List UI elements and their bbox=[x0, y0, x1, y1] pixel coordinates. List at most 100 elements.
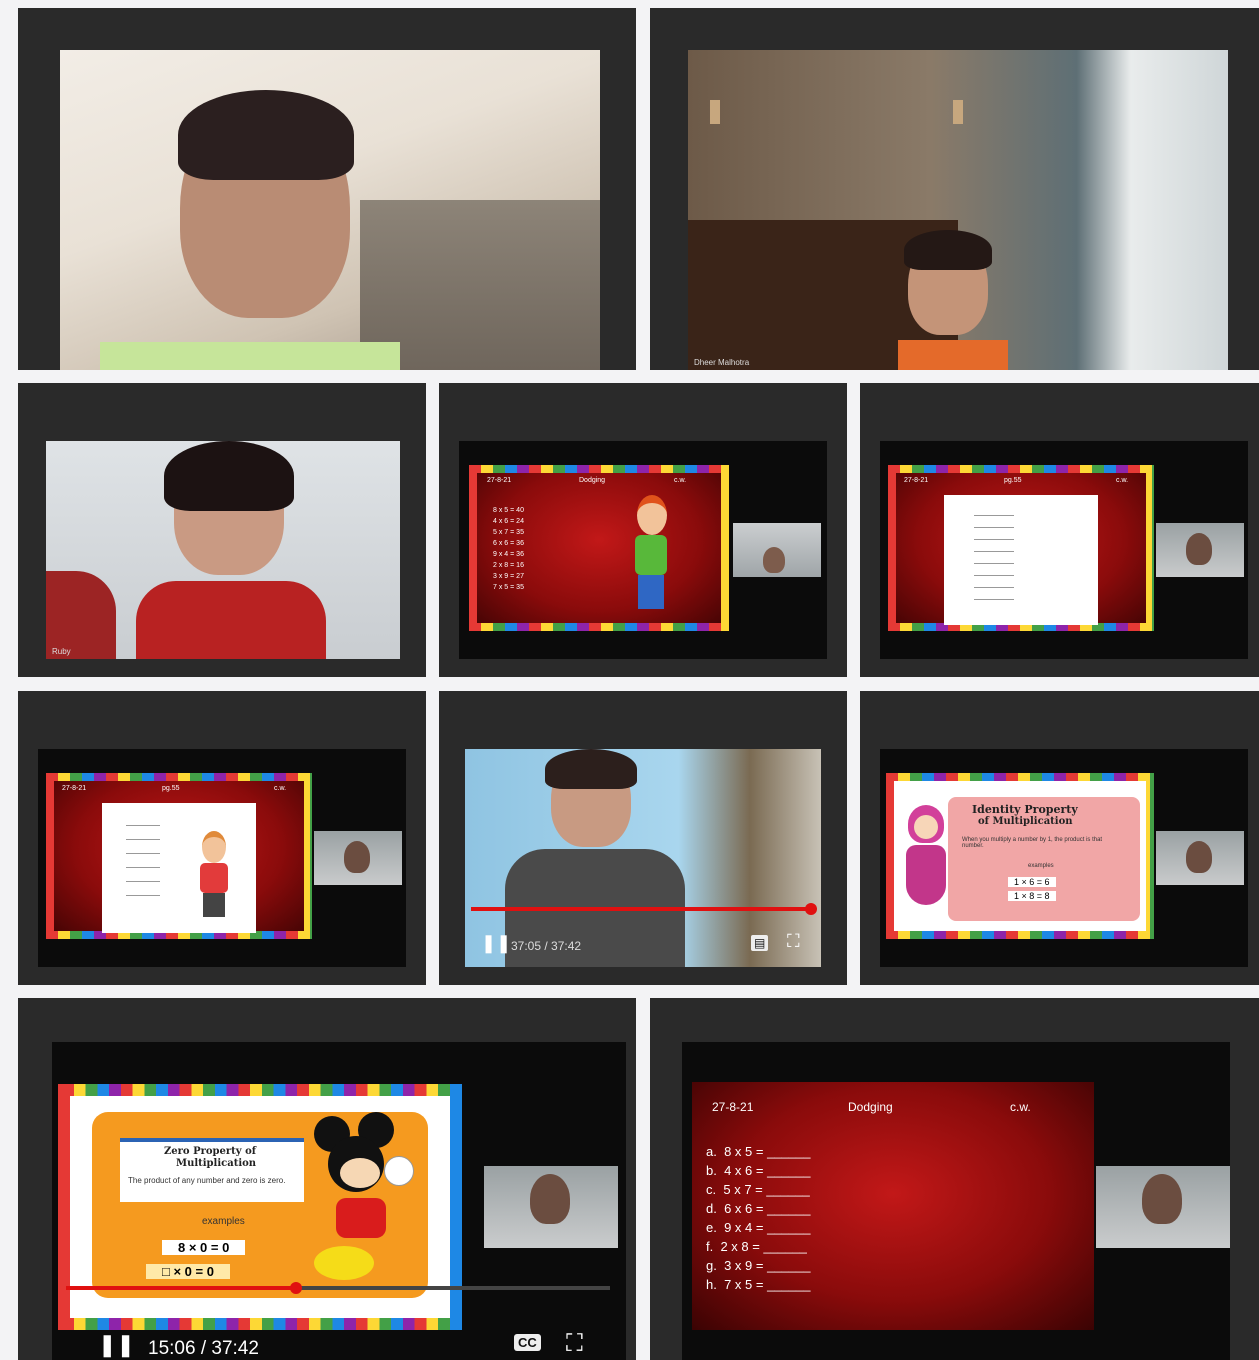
slide-worksheet: 27-8-21 pg.55 c.w. bbox=[46, 773, 312, 939]
child-hair bbox=[545, 749, 637, 789]
slide-row: f. 2 x 8 = ______ bbox=[706, 1239, 807, 1254]
fullscreen-icon[interactable]: ⛶ bbox=[787, 931, 800, 952]
slide-row: 7 x 5 = 35 bbox=[493, 584, 524, 591]
progress-handle[interactable] bbox=[805, 903, 817, 915]
slide-cw: c.w. bbox=[1116, 477, 1129, 484]
video-tile-7[interactable]: ❚❚ 37:05 / 37:42 ▤ ⛶ bbox=[439, 691, 847, 985]
slide-row: 5 x 7 = 35 bbox=[493, 529, 524, 536]
slide-body: When you multiply a number by 1, the pro… bbox=[962, 837, 1103, 849]
screen-share: 27-8-21 Dodging c.w. 8 x 5 = 40 4 x 6 = … bbox=[459, 441, 827, 659]
slide-cw: c.w. bbox=[274, 785, 287, 792]
example-1: 8 × 0 = 0 bbox=[162, 1240, 246, 1255]
presenter-head bbox=[1186, 841, 1212, 873]
examples-label: examples bbox=[1028, 863, 1054, 869]
slide-row: e. 9 x 4 = ______ bbox=[706, 1220, 811, 1235]
progress-handle[interactable] bbox=[290, 1282, 302, 1294]
slide-panel: Identity Property of Multiplication When… bbox=[948, 797, 1140, 921]
slide-border bbox=[469, 465, 729, 631]
presenter-head bbox=[344, 841, 370, 873]
cartoon-girl-icon bbox=[902, 805, 950, 915]
participant-dress bbox=[136, 581, 326, 659]
presenter-head bbox=[1142, 1174, 1182, 1224]
slide-dodging-large: 27-8-21 Dodging c.w. a. 8 x 5 = ______ b… bbox=[692, 1082, 1094, 1330]
video-tile-1[interactable] bbox=[18, 8, 636, 370]
screen-share: 27-8-21 pg.55 c.w. bbox=[38, 749, 406, 967]
video-tile-4[interactable]: 27-8-21 Dodging c.w. 8 x 5 = 40 4 x 6 = … bbox=[439, 383, 847, 677]
slide-row: 3 x 9 = 27 bbox=[493, 573, 524, 580]
video-tile-9[interactable]: Zero Property of Multiplication The prod… bbox=[18, 998, 636, 1360]
cc-icon[interactable]: CC bbox=[514, 1334, 541, 1351]
participant-shirt bbox=[898, 340, 1008, 370]
slide-row: g. 3 x 9 = ______ bbox=[706, 1258, 811, 1273]
slide-date: 27-8-21 bbox=[904, 477, 929, 484]
presenter-camera-thumbnail bbox=[484, 1166, 618, 1248]
participant-hair bbox=[178, 90, 354, 180]
slide-heading-line1: Zero Property of bbox=[164, 1146, 257, 1157]
presenter-head bbox=[530, 1174, 570, 1224]
progress-bar[interactable] bbox=[66, 1286, 296, 1290]
video-tile-3[interactable]: Ruby bbox=[18, 383, 426, 677]
presenter-camera-thumbnail bbox=[314, 831, 402, 885]
participant-name: Ruby bbox=[52, 647, 71, 656]
wall-lamp-icon bbox=[953, 100, 963, 124]
chair bbox=[46, 571, 116, 659]
slide-row: 8 x 5 = 40 bbox=[493, 507, 524, 514]
participant-shirt bbox=[100, 342, 400, 370]
participant-camera-feed: Ruby bbox=[46, 441, 400, 659]
cc-icon[interactable]: ▤ bbox=[751, 935, 769, 951]
slide-cw: c.w. bbox=[674, 477, 687, 484]
slide-row: d. 6 x 6 = ______ bbox=[706, 1201, 811, 1216]
worksheet-page bbox=[102, 803, 256, 933]
screen-share: 27-8-21 Dodging c.w. a. 8 x 5 = ______ b… bbox=[682, 1042, 1230, 1360]
slide-row: 6 x 6 = 36 bbox=[493, 540, 524, 547]
wall-lamp-icon bbox=[710, 100, 720, 124]
slide-row: c. 5 x 7 = ______ bbox=[706, 1182, 810, 1197]
participant-camera-feed: Dheer Malhotra bbox=[688, 50, 1228, 370]
fullscreen-icon[interactable]: ⛶ bbox=[566, 1330, 583, 1358]
video-tile-6[interactable]: 27-8-21 pg.55 c.w. bbox=[18, 691, 426, 985]
slide-row: 4 x 6 = 24 bbox=[493, 518, 524, 525]
progress-bar[interactable] bbox=[471, 907, 811, 911]
example-2: □ × 0 = 0 bbox=[146, 1264, 230, 1279]
video-tile-10[interactable]: 27-8-21 Dodging c.w. a. 8 x 5 = ______ b… bbox=[650, 998, 1259, 1360]
examples-label: examples bbox=[202, 1216, 245, 1227]
video-playback[interactable]: Zero Property of Multiplication The prod… bbox=[52, 1042, 626, 1360]
screen-share: Identity Property of Multiplication When… bbox=[880, 749, 1248, 967]
video-tile-2[interactable]: Dheer Malhotra bbox=[650, 8, 1259, 370]
video-tile-8[interactable]: Identity Property of Multiplication When… bbox=[860, 691, 1259, 985]
participant-name: Dheer Malhotra bbox=[694, 358, 750, 367]
slide-title-box: Zero Property of Multiplication The prod… bbox=[120, 1138, 304, 1202]
slide-row: 9 x 4 = 36 bbox=[493, 551, 524, 558]
slide-row: b. 4 x 6 = ______ bbox=[706, 1163, 811, 1178]
participant-camera-feed bbox=[60, 50, 600, 370]
pause-icon[interactable]: ❚❚ bbox=[98, 1332, 135, 1358]
example-2: 1 × 8 = 8 bbox=[1008, 891, 1056, 901]
pause-icon[interactable]: ❚❚ bbox=[481, 933, 511, 954]
presenter-camera-thumbnail bbox=[1096, 1166, 1230, 1248]
slide-identity-property: Identity Property of Multiplication When… bbox=[886, 773, 1154, 939]
slide-dodging: 27-8-21 Dodging c.w. 8 x 5 = 40 4 x 6 = … bbox=[469, 465, 729, 631]
slide-row: h. 7 x 5 = ______ bbox=[706, 1277, 811, 1292]
participant-hair bbox=[164, 441, 294, 511]
video-call-gallery: { "tiles": { "t3": {"name": "Ruby"}, "t2… bbox=[0, 0, 1259, 1360]
playback-time: 15:06 / 37:42 bbox=[148, 1338, 259, 1359]
slide-date: 27-8-21 bbox=[712, 1100, 754, 1114]
presenter-head bbox=[1186, 533, 1212, 565]
video-tile-5[interactable]: 27-8-21 pg.55 c.w. bbox=[860, 383, 1259, 677]
slide-heading-line2: Multiplication bbox=[176, 1158, 257, 1169]
slide-worksheet: 27-8-21 pg.55 c.w. bbox=[888, 465, 1154, 631]
slide-title: Dodging bbox=[579, 477, 606, 484]
example-1: 1 × 6 = 6 bbox=[1008, 877, 1056, 887]
slide-row: 2 x 8 = 16 bbox=[493, 562, 524, 569]
mickey-mouse-icon bbox=[314, 1112, 424, 1296]
presenter-camera-thumbnail bbox=[1156, 523, 1244, 577]
slide-cw: c.w. bbox=[1010, 1100, 1031, 1114]
cartoon-boy-icon bbox=[629, 495, 673, 615]
slide-panel: Zero Property of Multiplication The prod… bbox=[92, 1112, 428, 1298]
cartoon-boy-icon bbox=[194, 831, 234, 921]
slide-zero-property: Zero Property of Multiplication The prod… bbox=[58, 1084, 462, 1330]
video-playback[interactable]: ❚❚ 37:05 / 37:42 ▤ ⛶ bbox=[465, 749, 821, 967]
slide-title: pg.55 bbox=[162, 785, 180, 792]
slide-date: 27-8-21 bbox=[62, 785, 87, 792]
slide-title: Dodging bbox=[848, 1100, 893, 1114]
